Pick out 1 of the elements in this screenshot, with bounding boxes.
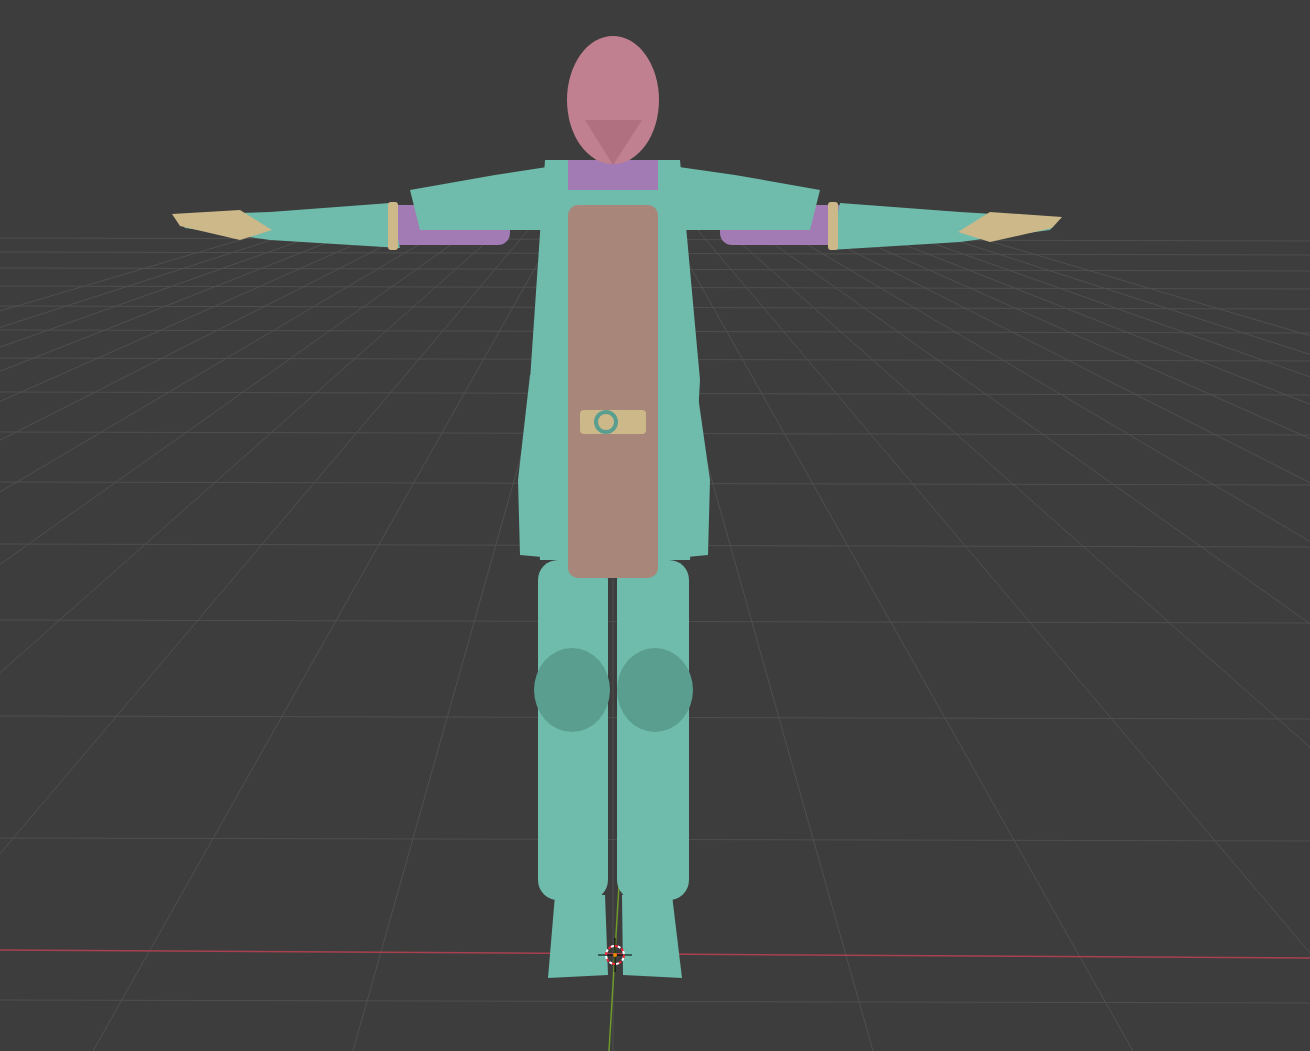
3d-viewport[interactable] [0, 0, 1310, 1051]
